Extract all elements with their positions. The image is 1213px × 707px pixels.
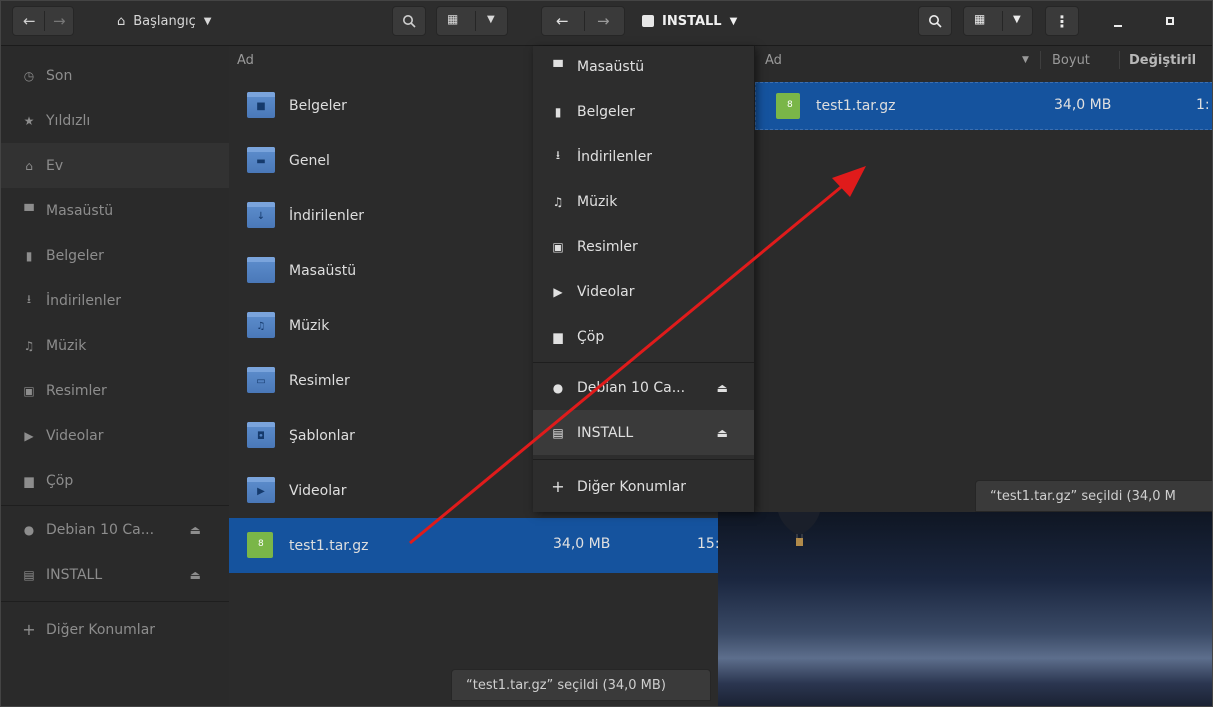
arrow-head <box>832 166 866 197</box>
drag-arrow-annotation <box>409 166 866 545</box>
arrow-line <box>409 181 847 545</box>
